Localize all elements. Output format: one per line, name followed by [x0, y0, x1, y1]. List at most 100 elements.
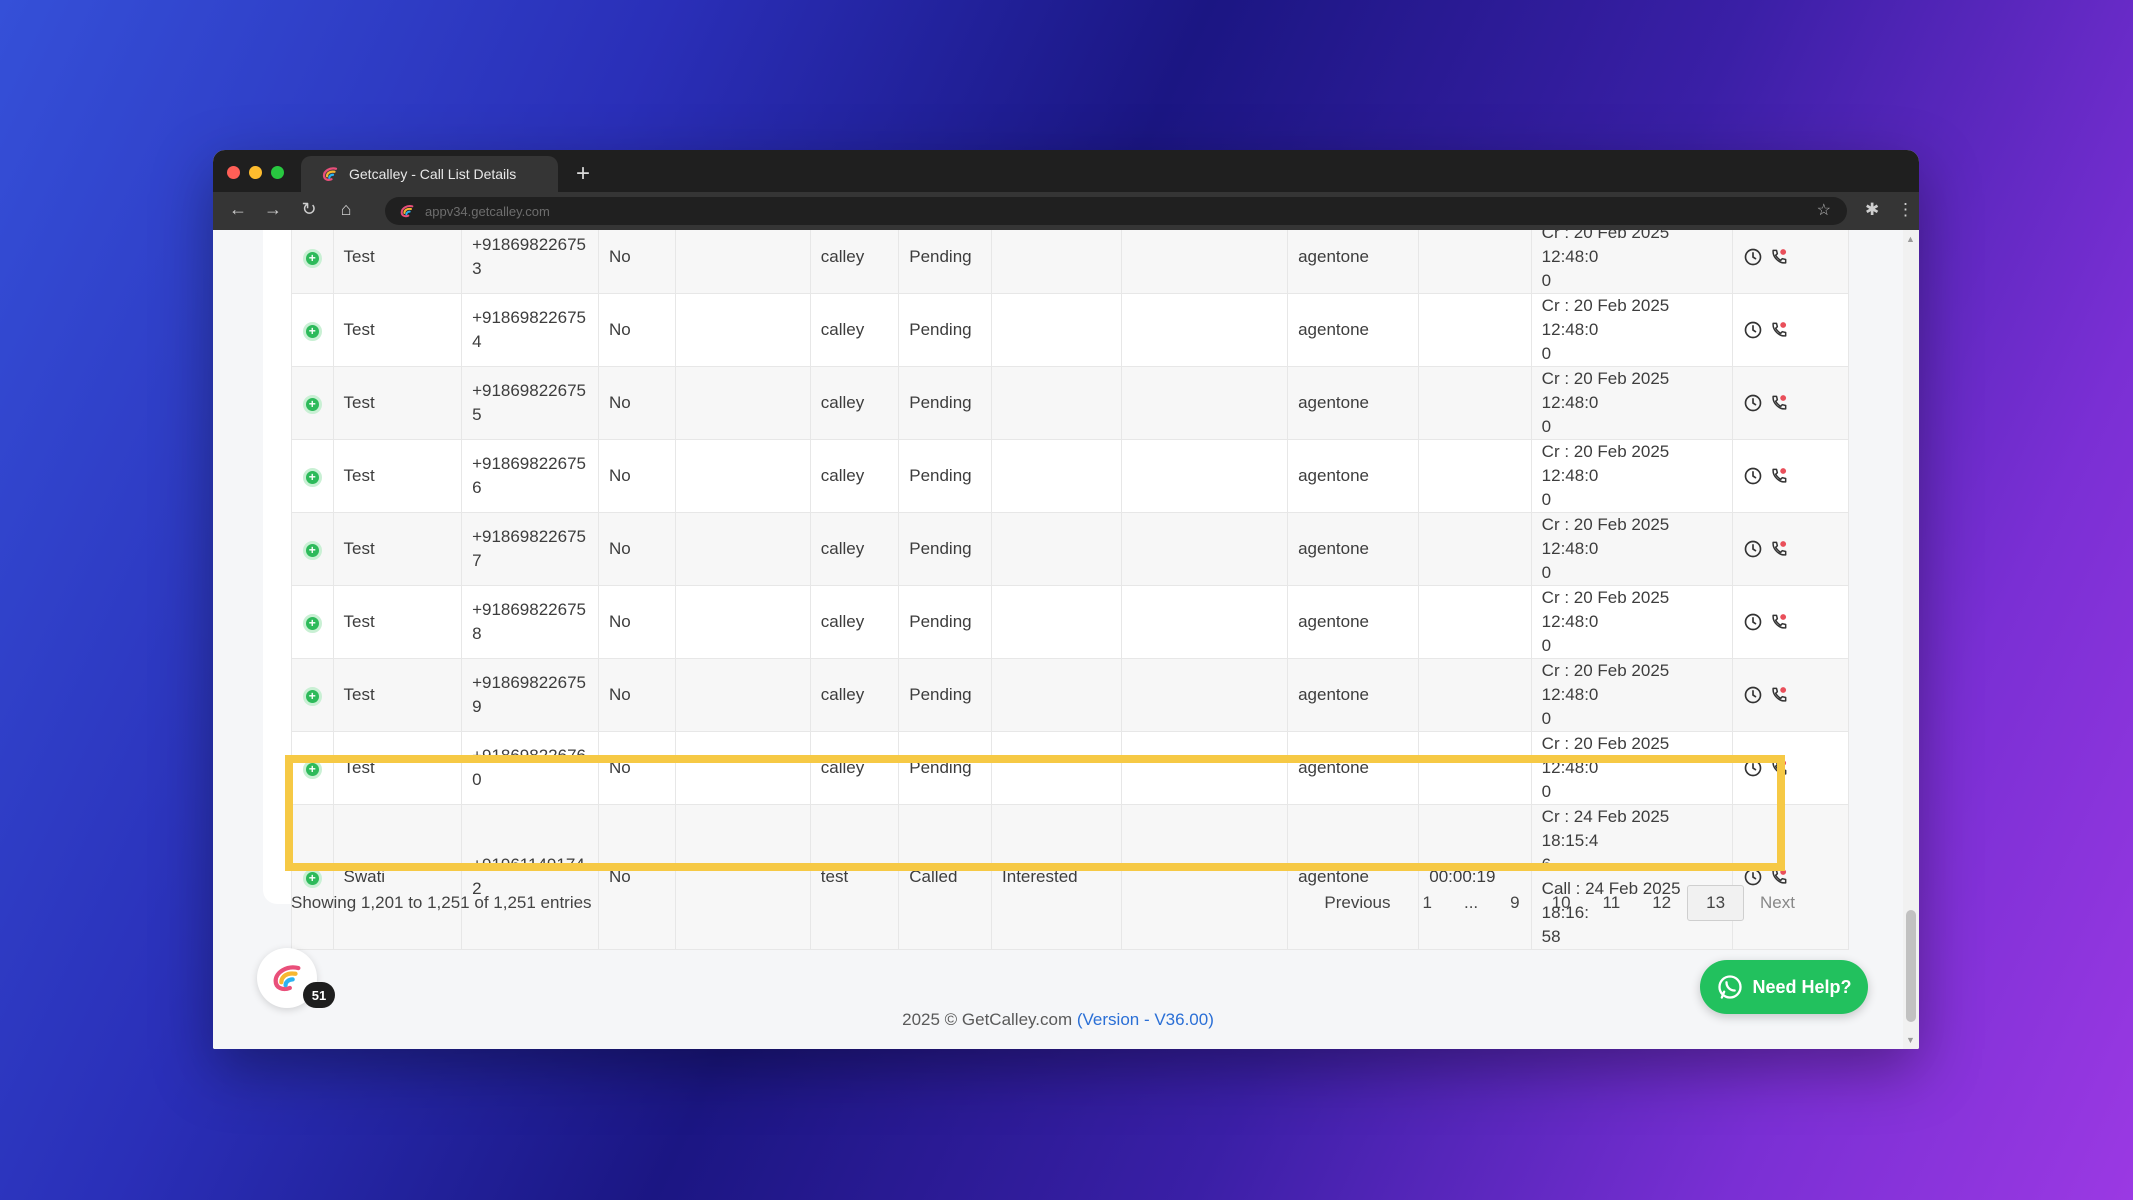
- expand-row-icon[interactable]: +: [302, 613, 322, 633]
- expand-row-icon[interactable]: +: [302, 467, 322, 487]
- name-cell: Test: [332, 230, 463, 294]
- scroll-up-icon[interactable]: ▲: [1906, 234, 1915, 244]
- duration-cell: [1418, 512, 1532, 586]
- table-row: + Test +91869822675 8 No calley Pending agenton…: [291, 585, 1850, 659]
- date-cell: Cr : 20 Feb 2025 12:48:0 0: [1530, 512, 1733, 586]
- expand-cell: +: [291, 512, 334, 586]
- table-row: + Test +91869822675 7 No calley Pending agenton…: [291, 512, 1850, 586]
- phone-call-icon[interactable]: [1769, 320, 1789, 340]
- actions-cell: [1731, 804, 1850, 950]
- name-cell: Swati: [332, 804, 463, 950]
- pagination-next[interactable]: Next: [1744, 885, 1811, 921]
- clock-icon[interactable]: [1743, 685, 1763, 705]
- home-icon[interactable]: ⌂: [334, 199, 358, 220]
- date-line: 0: [1541, 709, 1552, 728]
- version-link[interactable]: (Version - V36.00): [1077, 1010, 1214, 1029]
- extensions-icon[interactable]: ✱: [1865, 200, 1879, 220]
- clock-icon[interactable]: [1743, 247, 1763, 267]
- clock-icon[interactable]: [1743, 758, 1763, 778]
- phone-cell: +91869822675 5: [461, 366, 600, 440]
- phone-call-icon[interactable]: [1769, 247, 1789, 267]
- page-scrollbar[interactable]: ▲ ▼: [1903, 230, 1919, 1049]
- clock-icon[interactable]: [1743, 320, 1763, 340]
- expand-row-icon[interactable]: +: [302, 321, 322, 341]
- reload-icon[interactable]: ↻: [297, 199, 321, 220]
- phone-call-icon[interactable]: [1769, 539, 1789, 559]
- expand-row-icon[interactable]: +: [302, 394, 322, 414]
- date-cell: Cr : 20 Feb 2025 12:48:0 0: [1530, 585, 1733, 659]
- duration-cell: 00:00:19: [1418, 804, 1532, 950]
- bookmark-star-icon[interactable]: ☆: [1817, 200, 1831, 220]
- scrollbar-thumb[interactable]: [1906, 910, 1916, 1022]
- page-content: + Test +91869822675 3 No calley Pending agenton…: [213, 230, 1919, 1049]
- date-cell: Cr : 20 Feb 2025 12:48:0 0: [1530, 293, 1733, 367]
- date-line: Cr : 20 Feb 2025 12:48:0: [1541, 515, 1670, 558]
- empty-cell: [1121, 439, 1289, 513]
- need-help-button[interactable]: Need Help?: [1700, 960, 1868, 1014]
- expand-row-icon[interactable]: +: [302, 686, 322, 706]
- table-row: + Test +91869822675 6 No calley Pending agenton…: [291, 439, 1850, 513]
- status-cell: Pending: [898, 366, 993, 440]
- date-line: 0: [1541, 344, 1552, 363]
- date-line: 0: [1541, 417, 1552, 436]
- clock-icon[interactable]: [1743, 539, 1763, 559]
- list-cell: calley: [809, 585, 900, 659]
- forward-icon[interactable]: →: [261, 199, 285, 220]
- date-cell: Cr : 20 Feb 2025 12:48:0 0: [1530, 731, 1733, 805]
- browser-tab[interactable]: Getcalley - Call List Details: [301, 156, 558, 192]
- calley-logo-icon: [273, 965, 301, 992]
- agent-cell: agentone: [1287, 293, 1420, 367]
- pagination-page[interactable]: 12: [1636, 885, 1687, 921]
- clock-icon[interactable]: [1743, 612, 1763, 632]
- clock-icon[interactable]: [1743, 466, 1763, 486]
- pagination-page[interactable]: 9: [1494, 885, 1535, 921]
- actions-cell: [1731, 512, 1850, 586]
- pagination-page[interactable]: 10: [1536, 885, 1587, 921]
- pagination-previous[interactable]: Previous: [1308, 885, 1406, 921]
- date-line: Cr : 24 Feb 2025 18:15:4: [1541, 807, 1670, 850]
- new-tab-button[interactable]: +: [576, 160, 590, 188]
- phone-call-icon[interactable]: [1769, 466, 1789, 486]
- expand-row-icon[interactable]: +: [302, 759, 322, 779]
- phone-line: +91961149174: [472, 855, 585, 874]
- phone-call-icon[interactable]: [1769, 393, 1789, 413]
- date-line: Cr : 20 Feb 2025 12:48:0: [1541, 369, 1670, 412]
- table-row: + Test +91869822675 3 No calley Pending agenton…: [291, 230, 1850, 294]
- phone-line: 7: [472, 551, 482, 570]
- duration-cell: [1418, 293, 1532, 367]
- date-line: Cr : 20 Feb 2025 12:48:0: [1541, 296, 1670, 339]
- browser-menu-icon[interactable]: ⋮: [1897, 200, 1914, 220]
- address-bar[interactable]: appv34.getcalley.com ☆: [385, 197, 1847, 225]
- pagination: Previous 1 ... 9 10 11 12 13 Next: [1308, 885, 1811, 921]
- phone-call-icon[interactable]: [1769, 612, 1789, 632]
- minimize-window-button[interactable]: [249, 166, 262, 179]
- expand-cell: +: [291, 585, 334, 659]
- phone-call-icon[interactable]: [1769, 685, 1789, 705]
- actions-cell: [1731, 230, 1850, 294]
- date-line: 6: [1541, 855, 1552, 874]
- scroll-down-icon[interactable]: ▼: [1906, 1035, 1915, 1045]
- empty-cell: [675, 731, 811, 805]
- pagination-current-page[interactable]: 13: [1687, 885, 1745, 921]
- back-icon[interactable]: ←: [226, 199, 250, 220]
- pagination-page[interactable]: 11: [1587, 885, 1637, 921]
- maximize-window-button[interactable]: [271, 166, 284, 179]
- table-row: + Test +91869822676 0 No calley Pending agenton…: [291, 731, 1850, 805]
- close-window-button[interactable]: [227, 166, 240, 179]
- table-footer: Showing 1,201 to 1,251 of 1,251 entries …: [291, 883, 1811, 923]
- result-cell: Interested: [991, 804, 1123, 950]
- clock-icon[interactable]: [1743, 393, 1763, 413]
- result-cell: [991, 585, 1123, 659]
- phone-call-icon[interactable]: [1769, 758, 1789, 778]
- pagination-page[interactable]: 1: [1407, 885, 1448, 921]
- date-line: 0: [1541, 271, 1552, 290]
- date-line: Cr : 20 Feb 2025 12:48:0: [1541, 661, 1670, 704]
- pagination-ellipsis: ...: [1463, 893, 1479, 912]
- list-cell: calley: [809, 293, 900, 367]
- expand-row-icon[interactable]: +: [302, 540, 322, 560]
- expand-row-icon[interactable]: +: [302, 248, 322, 268]
- date-cell: Cr : 20 Feb 2025 12:48:0 0: [1530, 230, 1733, 294]
- table-row: + Test +91869822675 5 No calley Pending agenton…: [291, 366, 1850, 440]
- whatsapp-icon: [1718, 975, 1743, 999]
- actions-cell: [1731, 731, 1850, 805]
